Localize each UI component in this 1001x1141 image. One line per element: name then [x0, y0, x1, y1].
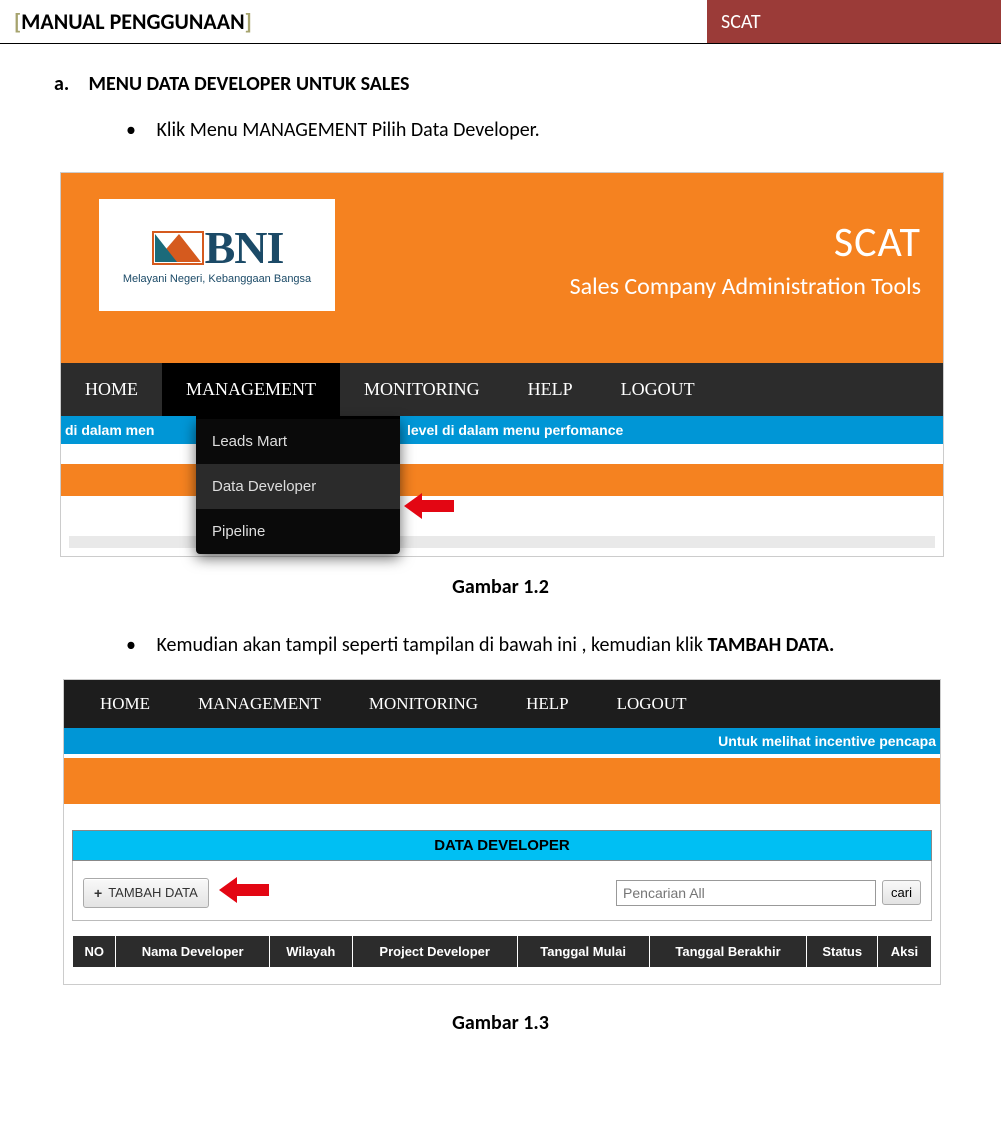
menu-logout[interactable]: LOGOUT — [597, 363, 719, 416]
shot1-menubar: HOME MANAGEMENT MONITORING HELP LOGOUT — [61, 363, 943, 416]
bullet-2-strong: TAMBAH DATA. — [708, 633, 835, 657]
doc-header-title: [MANUAL PENGGUNAAN] — [0, 0, 707, 43]
doc-header-badge: SCAT — [707, 0, 1001, 43]
scat-title-block: SCAT Sales Company Administration Tools — [570, 217, 921, 301]
menu2-help[interactable]: HELP — [502, 680, 593, 728]
col-no: NO — [73, 936, 116, 968]
bullet-2: • Kemudian akan tampil seperti tampilan … — [54, 633, 987, 657]
col-nama: Nama Developer — [116, 936, 269, 968]
dropdown-data-developer[interactable]: Data Developer — [196, 464, 400, 509]
dropdown-pipeline[interactable]: Pipeline — [196, 509, 400, 554]
col-project: Project Developer — [352, 936, 517, 968]
bullet-dot-icon: • — [126, 118, 152, 142]
bni-logo-text: BNI — [205, 225, 284, 271]
menu2-home[interactable]: HOME — [76, 680, 174, 728]
bracket-close: ] — [245, 8, 252, 35]
col-aksi: Aksi — [877, 936, 931, 968]
section-heading: a. MENU DATA DEVELOPER UNTUK SALES — [54, 72, 987, 96]
management-dropdown: Leads Mart Data Developer Pipeline — [196, 419, 400, 554]
panel-title: DATA DEVELOPER — [72, 830, 932, 861]
section-a-title: MENU DATA DEVELOPER UNTUK SALES — [89, 72, 410, 96]
shot2-menubar: HOME MANAGEMENT MONITORING HELP LOGOUT — [64, 680, 940, 728]
col-tglmulai: Tanggal Mulai — [517, 936, 649, 968]
menu-home[interactable]: HOME — [61, 363, 162, 416]
gap2 — [61, 496, 943, 536]
shot1-orange-bar — [61, 464, 943, 496]
screenshot-2: HOME MANAGEMENT MONITORING HELP LOGOUT U… — [63, 679, 941, 985]
shot2-notice-strip: Untuk melihat incentive pencapa — [64, 728, 940, 754]
menu-management[interactable]: MANAGEMENT — [162, 363, 340, 416]
menu2-logout[interactable]: LOGOUT — [593, 680, 711, 728]
tambah-label: TAMBAH DATA — [108, 885, 198, 900]
col-status: Status — [807, 936, 877, 968]
menu2-management[interactable]: MANAGEMENT — [174, 680, 345, 728]
bullet-1: • Klik Menu MANAGEMENT Pilih Data Develo… — [54, 96, 987, 142]
bni-logo-card: BNI Melayani Negeri, Kebanggaan Bangsa — [99, 199, 335, 311]
bullet-2-pre: Kemudian akan tampil seperti tampilan di… — [157, 633, 708, 657]
bullet-dot-icon-2: • — [126, 633, 152, 657]
bullet-2-text: Kemudian akan tampil seperti tampilan di… — [157, 633, 835, 657]
shot2-foot-gap — [64, 968, 940, 984]
search-input[interactable] — [616, 880, 876, 906]
shot1-banner: BNI Melayani Negeri, Kebanggaan Bangsa S… — [61, 173, 943, 363]
scat-subtitle: Sales Company Administration Tools — [570, 272, 921, 301]
shot1-notice-strip: di dalam men level di dalam menu perfoma… — [61, 416, 943, 444]
dropdown-leads-mart[interactable]: Leads Mart — [196, 419, 400, 464]
red-arrow-1 — [404, 491, 454, 526]
gap — [61, 444, 943, 464]
strip-right-text: level di dalam menu perfomance — [407, 422, 623, 438]
header-badge-text: SCAT — [721, 10, 761, 34]
shot2-strip-text: Untuk melihat incentive pencapa — [718, 733, 936, 749]
strip-left-text: di dalam men — [65, 422, 154, 438]
shot2-body: DATA DEVELOPER + TAMBAH DATA cari NO Nam… — [64, 804, 940, 968]
cari-button[interactable]: cari — [882, 880, 921, 905]
table-header-row: NO Nama Developer Wilayah Project Develo… — [73, 936, 932, 968]
red-arrow-2 — [219, 875, 269, 910]
header-title-text: MANUAL PENGGUNAAN — [21, 8, 244, 35]
section-a-label: a. — [54, 72, 84, 96]
col-wilayah: Wilayah — [269, 936, 352, 968]
menu-help[interactable]: HELP — [504, 363, 597, 416]
scat-title: SCAT — [570, 217, 921, 268]
caption-1: Gambar 1.2 — [0, 575, 1001, 599]
panel-toolbar: + TAMBAH DATA cari — [72, 861, 932, 921]
tambah-data-button[interactable]: + TAMBAH DATA — [83, 878, 209, 908]
plus-icon: + — [94, 885, 102, 901]
bni-tagline: Melayani Negeri, Kebanggaan Bangsa — [123, 273, 311, 285]
screenshot-1: BNI Melayani Negeri, Kebanggaan Bangsa S… — [60, 172, 944, 557]
col-tglakhir: Tanggal Berakhir — [649, 936, 807, 968]
developer-table: NO Nama Developer Wilayah Project Develo… — [72, 935, 932, 968]
caption-2: Gambar 1.3 — [0, 1011, 1001, 1035]
gap3 — [61, 548, 943, 556]
shot2-orange-bar — [64, 758, 940, 804]
menu2-monitoring[interactable]: MONITORING — [345, 680, 502, 728]
menu-monitoring[interactable]: MONITORING — [340, 363, 504, 416]
doc-header: [MANUAL PENGGUNAAN] SCAT — [0, 0, 1001, 44]
bni-mark-icon — [151, 226, 205, 270]
bullet-1-text: Klik Menu MANAGEMENT Pilih Data Develope… — [157, 118, 540, 142]
